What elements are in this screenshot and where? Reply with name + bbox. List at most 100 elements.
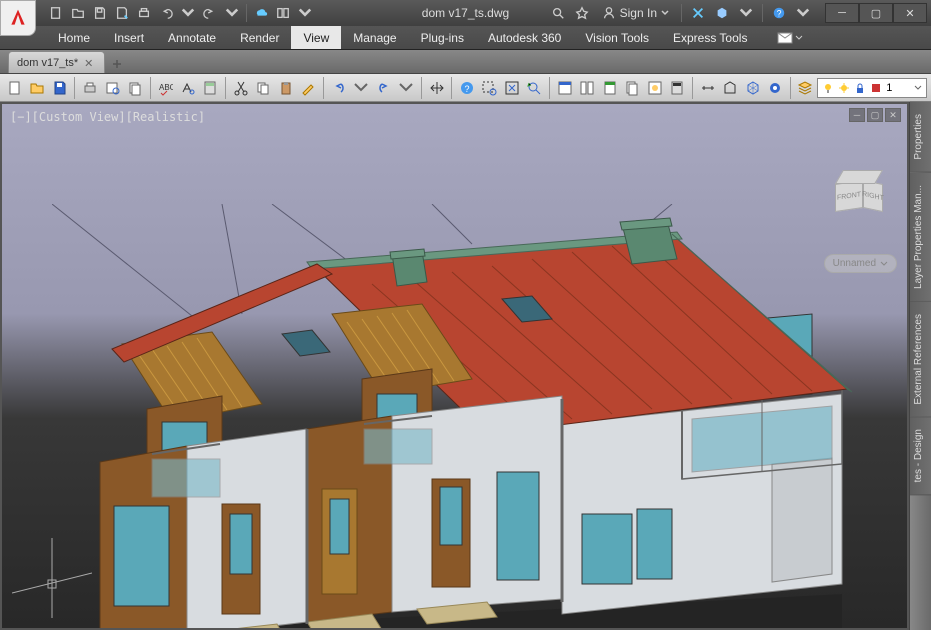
find-icon[interactable] <box>177 77 198 99</box>
tab-annotate[interactable]: Annotate <box>156 26 228 49</box>
saveas-icon[interactable] <box>112 3 132 23</box>
open-icon[interactable] <box>68 3 88 23</box>
viewcube[interactable]: FRONT RIGHT <box>831 164 887 220</box>
mail-icon[interactable] <box>767 26 813 49</box>
match-properties-icon[interactable] <box>298 77 319 99</box>
new-icon[interactable] <box>46 3 66 23</box>
tab-manage[interactable]: Manage <box>341 26 408 49</box>
quickcalc-icon[interactable] <box>200 77 221 99</box>
main-area: [−][Custom View][Realistic] ─ ▢ ✕ FRONT … <box>0 102 931 630</box>
help-icon[interactable]: ? <box>769 3 789 23</box>
save-drawing-icon[interactable] <box>49 77 70 99</box>
properties-icon[interactable] <box>554 77 575 99</box>
zoom-window-icon[interactable] <box>479 77 500 99</box>
exchange-apps-icon[interactable] <box>712 3 732 23</box>
panel-external-references[interactable]: External References <box>910 302 931 418</box>
infocenter-icon[interactable] <box>572 3 592 23</box>
titlebar: dom v17_ts.dwg Sign In ? ─ ▢ ✕ <box>0 0 931 26</box>
region-icon[interactable] <box>742 77 763 99</box>
viewport-minimize-icon[interactable]: ─ <box>849 108 865 122</box>
viewport-maximize-icon[interactable]: ▢ <box>867 108 883 122</box>
plot-preview-icon[interactable] <box>102 77 123 99</box>
maximize-button[interactable]: ▢ <box>859 3 893 23</box>
workspace-icon[interactable] <box>273 3 293 23</box>
help-dropdown-icon[interactable] <box>793 3 813 23</box>
redo-icon[interactable] <box>200 3 220 23</box>
tab-autodesk360[interactable]: Autodesk 360 <box>476 26 573 49</box>
open-drawing-icon[interactable] <box>26 77 47 99</box>
list-icon[interactable] <box>764 77 785 99</box>
tool-palettes-icon[interactable] <box>599 77 620 99</box>
viewcube-top[interactable] <box>835 170 883 184</box>
viewport-close-icon[interactable]: ✕ <box>885 108 901 122</box>
undo-dropdown-icon[interactable] <box>178 3 198 23</box>
visual-style-control[interactable]: Unnamed <box>824 254 897 273</box>
design-center-icon[interactable] <box>577 77 598 99</box>
standard-toolbar: ABC ? 1 <box>0 74 931 102</box>
search-icon[interactable] <box>548 3 568 23</box>
ribbon-tabs: Home Insert Annotate Render View Manage … <box>0 26 931 50</box>
help-tb-icon[interactable]: ? <box>456 77 477 99</box>
layer-name: 1 <box>886 82 892 94</box>
pan-icon[interactable] <box>426 77 447 99</box>
close-tab-icon[interactable]: ✕ <box>84 57 96 69</box>
svg-text:ABC: ABC <box>159 83 173 92</box>
window-title: dom v17_ts.dwg <box>422 6 509 20</box>
spell-check-icon[interactable]: ABC <box>155 77 176 99</box>
close-button[interactable]: ✕ <box>893 3 927 23</box>
tab-home[interactable]: Home <box>46 26 102 49</box>
new-drawing-icon[interactable] <box>4 77 25 99</box>
qat-dropdown-icon[interactable] <box>295 3 315 23</box>
model-viewport[interactable]: [−][Custom View][Realistic] ─ ▢ ✕ FRONT … <box>0 102 909 630</box>
print-icon[interactable] <box>134 3 154 23</box>
layer-manager-icon[interactable] <box>795 77 816 99</box>
cloud-icon[interactable] <box>251 3 271 23</box>
tab-view[interactable]: View <box>291 26 341 49</box>
viewport-label[interactable]: [−][Custom View][Realistic] <box>10 110 205 124</box>
exchange-dropdown-icon[interactable] <box>736 3 756 23</box>
panel-properties[interactable]: Properties <box>910 102 931 173</box>
undo-tb-dropdown-icon[interactable] <box>350 77 371 99</box>
markup-icon[interactable] <box>644 77 665 99</box>
publish-icon[interactable] <box>124 77 145 99</box>
exchange-x-icon[interactable] <box>688 3 708 23</box>
sun-icon <box>838 82 850 94</box>
tab-expresstools[interactable]: Express Tools <box>661 26 759 49</box>
undo-icon[interactable] <box>156 3 176 23</box>
lock-icon <box>854 82 866 94</box>
redo-tb-dropdown-icon[interactable] <box>395 77 416 99</box>
color-swatch-icon <box>870 82 882 94</box>
save-icon[interactable] <box>90 3 110 23</box>
distance-icon[interactable] <box>697 77 718 99</box>
lightbulb-icon <box>822 82 834 94</box>
redo-tb-icon[interactable] <box>373 77 394 99</box>
tab-insert[interactable]: Insert <box>102 26 156 49</box>
viewcube-right[interactable]: RIGHT <box>863 180 883 212</box>
document-tab[interactable]: dom v17_ts* ✕ <box>8 51 105 73</box>
viewcube-front[interactable]: FRONT <box>835 180 863 212</box>
zoom-previous-icon[interactable] <box>524 77 545 99</box>
cut-icon[interactable] <box>230 77 251 99</box>
new-tab-button[interactable] <box>107 55 127 73</box>
panel-design[interactable]: tes - Design <box>910 417 931 495</box>
palette-bar: Properties Layer Properties Man... Exter… <box>909 102 931 630</box>
tab-plugins[interactable]: Plug-ins <box>409 26 476 49</box>
minimize-button[interactable]: ─ <box>825 3 859 23</box>
layer-combo[interactable]: 1 <box>817 78 927 98</box>
tab-visiontools[interactable]: Vision Tools <box>573 26 661 49</box>
sheet-set-icon[interactable] <box>622 77 643 99</box>
tab-render[interactable]: Render <box>228 26 291 49</box>
quick-access-toolbar <box>46 3 315 23</box>
undo-tb-icon[interactable] <box>328 77 349 99</box>
area-icon[interactable] <box>719 77 740 99</box>
quickcalc2-icon[interactable] <box>666 77 687 99</box>
panel-layer-manager[interactable]: Layer Properties Man... <box>910 173 931 302</box>
signin-button[interactable]: Sign In <box>596 4 675 22</box>
zoom-extents-icon[interactable] <box>501 77 522 99</box>
copy-icon[interactable] <box>253 77 274 99</box>
document-tab-label: dom v17_ts* <box>17 57 78 69</box>
plot-icon[interactable] <box>79 77 100 99</box>
app-menu-button[interactable] <box>0 0 36 36</box>
redo-dropdown-icon[interactable] <box>222 3 242 23</box>
paste-icon[interactable] <box>275 77 296 99</box>
